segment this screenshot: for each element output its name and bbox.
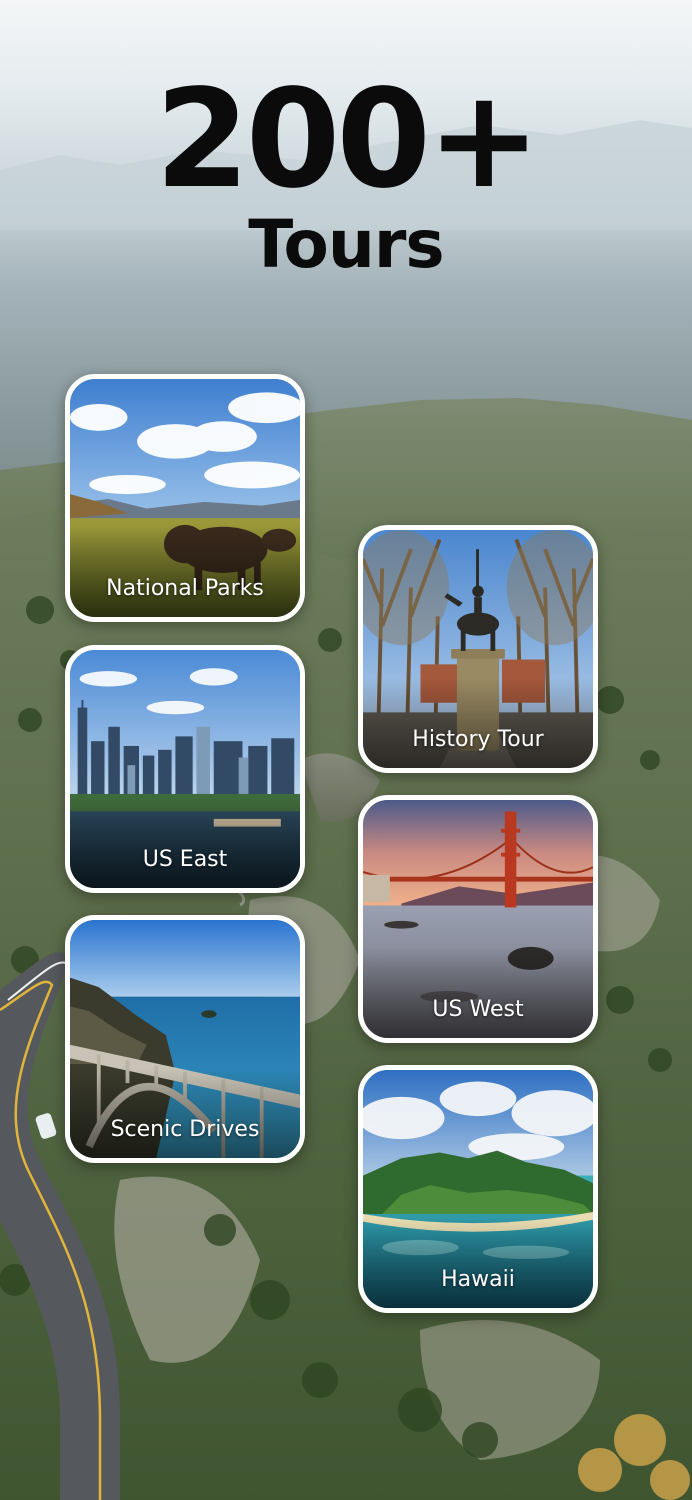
tour-card-history-tour[interactable]: History Tour	[358, 525, 598, 773]
tour-count: 200+	[155, 61, 541, 219]
label-shade	[70, 1068, 300, 1158]
label-shade	[363, 948, 593, 1038]
tour-card-us-east[interactable]: US East	[65, 645, 305, 893]
tour-card-national-parks[interactable]: National Parks	[65, 374, 305, 622]
tour-card-us-west[interactable]: US West	[358, 795, 598, 1043]
tour-card-label: Hawaii	[441, 1267, 515, 1292]
label-shade	[363, 678, 593, 768]
tour-card-label: Scenic Drives	[110, 1117, 260, 1142]
tour-card-hawaii[interactable]: Hawaii	[358, 1065, 598, 1313]
label-shade	[70, 798, 300, 888]
tours-subtitle: Tours	[248, 206, 444, 283]
tour-card-label: US West	[432, 997, 524, 1022]
label-shade	[70, 527, 300, 617]
tour-card-label: National Parks	[106, 576, 264, 601]
tour-card-label: US East	[142, 847, 228, 872]
tour-card-scenic-drives[interactable]: Scenic Drives	[65, 915, 305, 1163]
headline: 200+ Tours	[0, 70, 692, 280]
label-shade	[363, 1218, 593, 1308]
tour-card-label: History Tour	[412, 727, 544, 752]
